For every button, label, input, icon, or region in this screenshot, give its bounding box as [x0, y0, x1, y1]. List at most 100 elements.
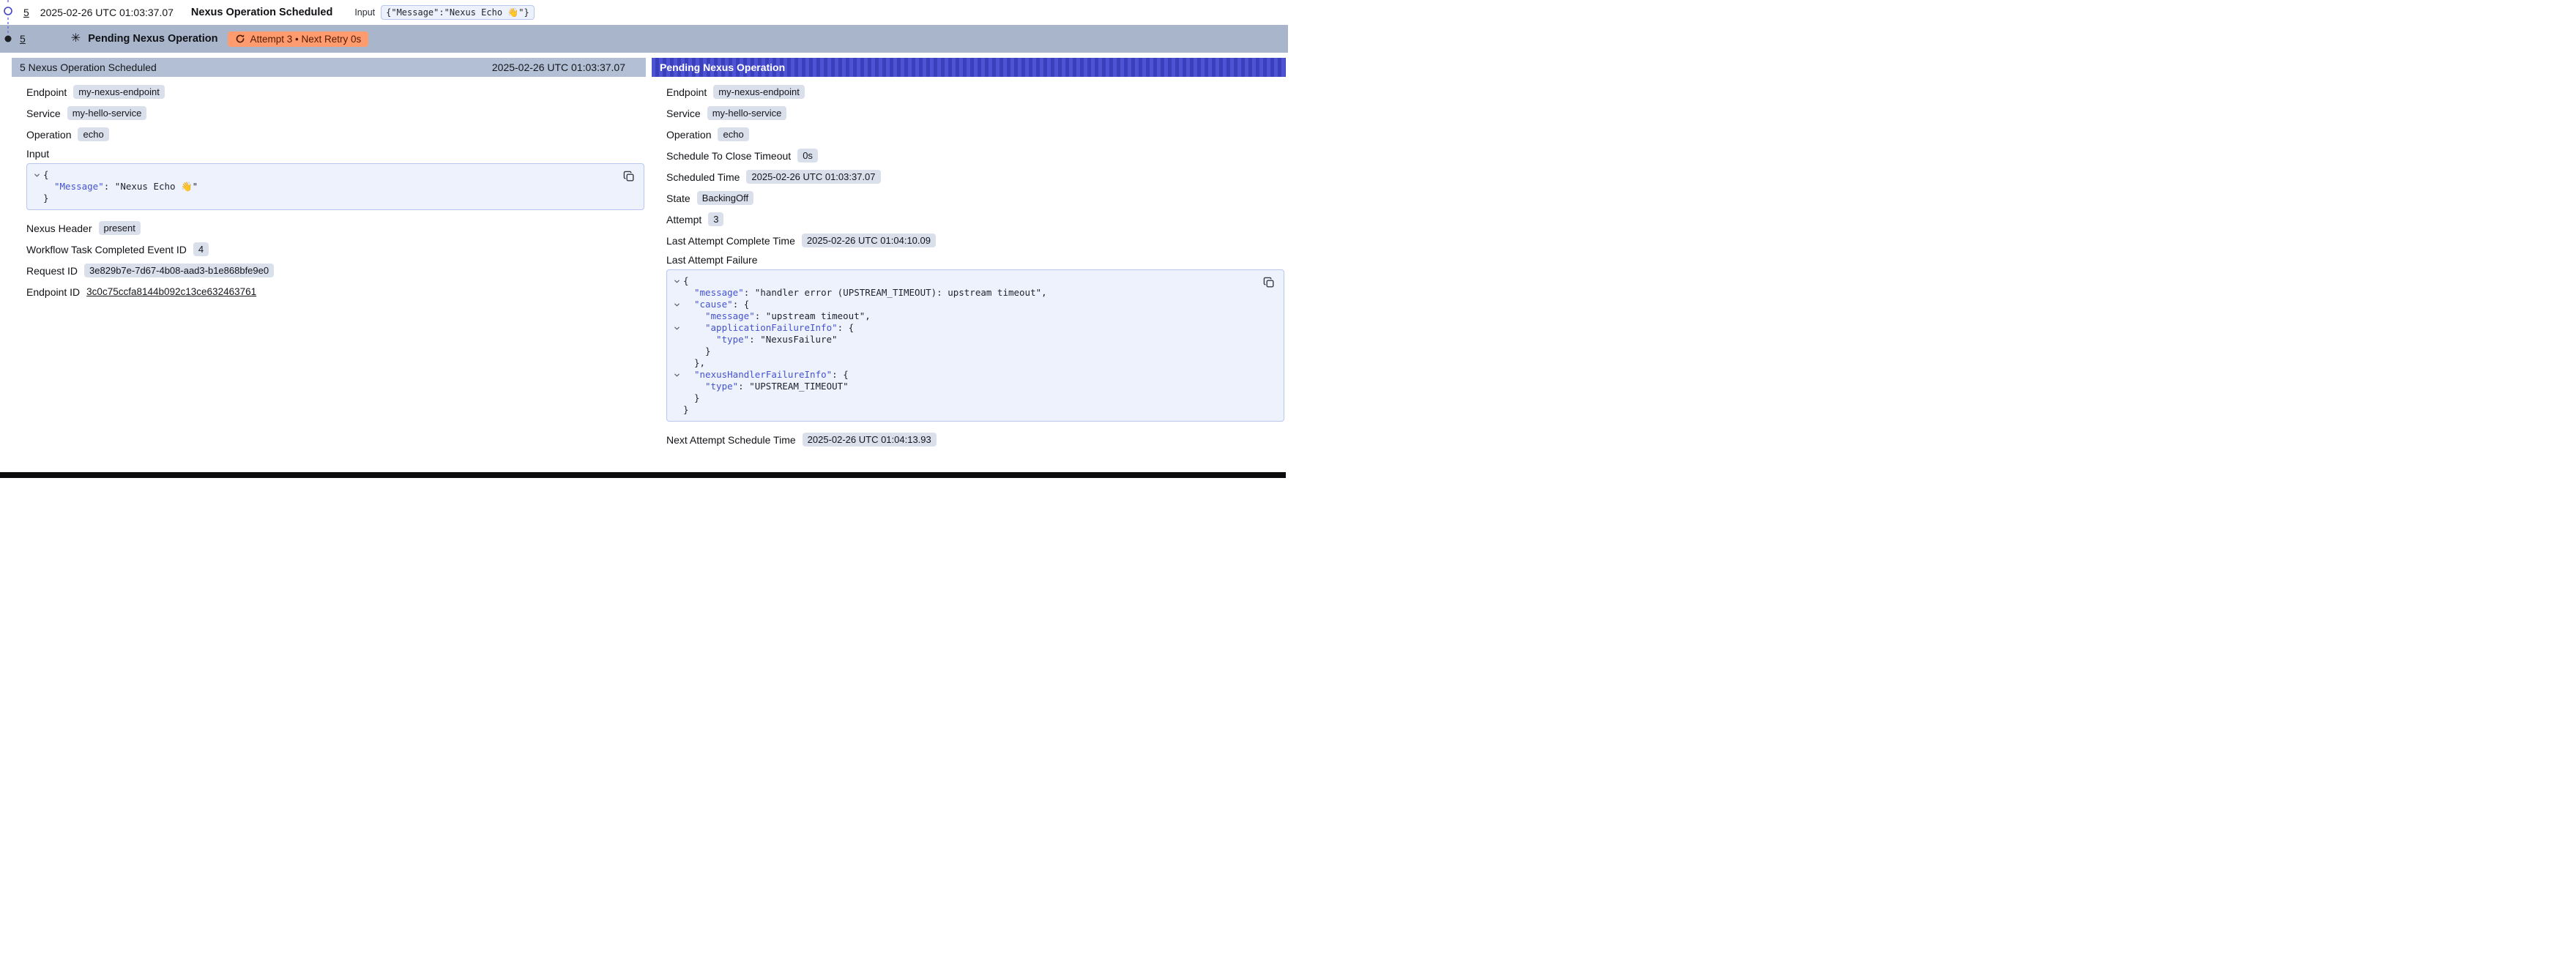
field-value-badge: my-hello-service [707, 106, 787, 120]
pending-event-title: Pending Nexus Operation [88, 33, 217, 45]
code-gutter [31, 181, 43, 193]
field-label: Service [26, 108, 61, 119]
timeline-dot-icon [5, 36, 12, 42]
collapse-chevron-icon[interactable] [671, 299, 683, 310]
code-line: }, [671, 357, 1254, 369]
field-value-badge: BackingOff [697, 191, 753, 205]
field-label: Next Attempt Schedule Time [666, 434, 796, 446]
panel-pending-nexus-operation: Pending Nexus Operation Endpoint my-nexus… [652, 58, 1286, 453]
field-value-badge: my-hello-service [67, 106, 147, 120]
field-value-badge: echo [78, 127, 108, 141]
code-gutter [671, 287, 683, 299]
pending-panel-title: Pending Nexus Operation [660, 61, 785, 73]
code-line: "type": "UPSTREAM_TIMEOUT" [671, 381, 1254, 392]
input-json-viewer: {"Message": "Nexus Echo 👋"} [26, 163, 644, 210]
code-text: "nexusHandlerFailureInfo": { [683, 369, 849, 381]
code-text: "applicationFailureInfo": { [683, 322, 854, 334]
field-value-badge: my-nexus-endpoint [713, 85, 805, 99]
code-text: } [683, 392, 700, 404]
copy-button[interactable] [621, 168, 637, 184]
code-line: } [671, 392, 1254, 404]
collapse-chevron-icon[interactable] [31, 169, 43, 181]
field-label: Endpoint ID [26, 286, 80, 298]
event-history-rows: 5 2025-02-26 UTC 01:03:37.07 Nexus Opera… [0, 0, 1288, 53]
field-label: Workflow Task Completed Event ID [26, 244, 187, 255]
copy-icon [623, 171, 635, 182]
detail-field: Scheduled Time 2025-02-26 UTC 01:03:37.07 [666, 169, 1284, 184]
field-label: Schedule To Close Timeout [666, 150, 791, 162]
endpoint-id-link[interactable]: 3c0c75ccfa8144b092c13ce632463761 [86, 286, 256, 297]
scheduled-panel-title: 5 Nexus Operation Scheduled [20, 61, 157, 73]
detail-field: Operationecho [666, 127, 1284, 142]
pending-fields-top: Endpoint my-nexus-endpoint Service my-hello… [666, 84, 1284, 248]
scheduled-fields-top: Endpoint my-nexus-endpoint Service my-hello… [26, 84, 644, 142]
timeline-graphic [0, 0, 16, 54]
code-gutter [671, 381, 683, 392]
input-section-label: Input [26, 148, 644, 160]
code-text: { [683, 275, 689, 287]
scheduled-panel-header[interactable]: 5 Nexus Operation Scheduled 2025-02-26 U… [12, 58, 646, 77]
field-label: State [666, 193, 690, 204]
field-label: Nexus Header [26, 223, 92, 234]
code-text: } [683, 404, 689, 416]
field-label: Endpoint [666, 86, 707, 98]
retry-icon [235, 34, 245, 44]
field-value-badge: 3e829b7e-7d67-4b08-aad3-b1e868bfe9e0 [84, 264, 274, 277]
event-input-preview-chip: {"Message":"Nexus Echo 👋"} [381, 5, 535, 20]
code-text: }, [683, 357, 705, 369]
scheduled-panel-timestamp: 2025-02-26 UTC 01:03:37.07 [492, 61, 625, 73]
code-text: "cause": { [683, 299, 749, 310]
field-value-badge: present [99, 221, 141, 235]
code-gutter [671, 346, 683, 357]
scheduled-fields-bottom: Nexus Header present Workflow Task Complet… [26, 220, 644, 278]
detail-field: Service my-hello-service [666, 105, 1284, 121]
attempt-retry-badge: Attempt 3 • Next Retry 0s [228, 31, 368, 47]
timeline-gutter [0, 0, 16, 54]
detail-field: Attempt 3 [666, 212, 1284, 227]
event-row-nexus-operation-scheduled[interactable]: 5 2025-02-26 UTC 01:03:37.07 Nexus Opera… [0, 0, 1288, 25]
field-value-badge: my-nexus-endpoint [73, 85, 165, 99]
field-next-attempt-schedule-time: Next Attempt Schedule Time 2025-02-26 UT… [666, 432, 1284, 447]
detail-field: Workflow Task Completed Event ID 4 [26, 242, 644, 257]
detail-field: Endpoint my-nexus-endpoint [26, 84, 644, 100]
event-id-link[interactable]: 5 [20, 33, 26, 45]
field-label: Request ID [26, 265, 78, 277]
collapse-chevron-icon[interactable] [671, 322, 683, 334]
collapse-chevron-icon[interactable] [671, 369, 683, 381]
field-label: Attempt [666, 214, 701, 225]
field-value-badge: 2025-02-26 UTC 01:03:37.07 [746, 170, 880, 184]
field-value-badge: 4 [193, 242, 209, 256]
event-timestamp: 2025-02-26 UTC 01:03:37.07 [40, 7, 174, 18]
event-id-link[interactable]: 5 [23, 7, 29, 18]
code-text: "message": "handler error (UPSTREAM_TIME… [683, 287, 1047, 299]
event-detail-panels: 5 Nexus Operation Scheduled 2025-02-26 U… [12, 58, 1286, 453]
collapse-chevron-icon[interactable] [671, 275, 683, 287]
code-line: { [31, 169, 614, 181]
code-text: { [43, 169, 49, 181]
event-input-label: Input [354, 7, 375, 18]
code-text: "message": "upstream timeout", [683, 310, 871, 322]
field-label: Endpoint [26, 86, 67, 98]
event-row-pending-nexus-operation[interactable]: 5 ✳ Pending Nexus Operation Attempt 3 • … [0, 25, 1288, 53]
detail-field: State BackingOff [666, 190, 1284, 206]
code-line: "nexusHandlerFailureInfo": { [671, 369, 1254, 381]
copy-icon [1263, 277, 1275, 288]
detail-field: Service my-hello-service [26, 105, 644, 121]
field-label: Service [666, 108, 701, 119]
field-label: Last Attempt Complete Time [666, 235, 795, 247]
detail-field: Nexus Header present [26, 220, 644, 236]
code-gutter [671, 392, 683, 404]
code-gutter [671, 357, 683, 369]
code-line: } [671, 404, 1254, 416]
code-line: "cause": { [671, 299, 1254, 310]
last-attempt-failure-label: Last Attempt Failure [666, 254, 1284, 266]
code-gutter [671, 404, 683, 416]
code-text: "type": "UPSTREAM_TIMEOUT" [683, 381, 849, 392]
field-label: Operation [666, 129, 711, 141]
detail-field: Schedule To Close Timeout0s [666, 148, 1284, 163]
field-label: Scheduled Time [666, 171, 740, 183]
copy-button[interactable] [1261, 275, 1277, 291]
field-value-badge: 3 [708, 212, 723, 226]
code-text: "Message": "Nexus Echo 👋" [43, 181, 198, 193]
detail-field: Request ID 3e829b7e-7d67-4b08-aad3-b1e868… [26, 263, 644, 278]
